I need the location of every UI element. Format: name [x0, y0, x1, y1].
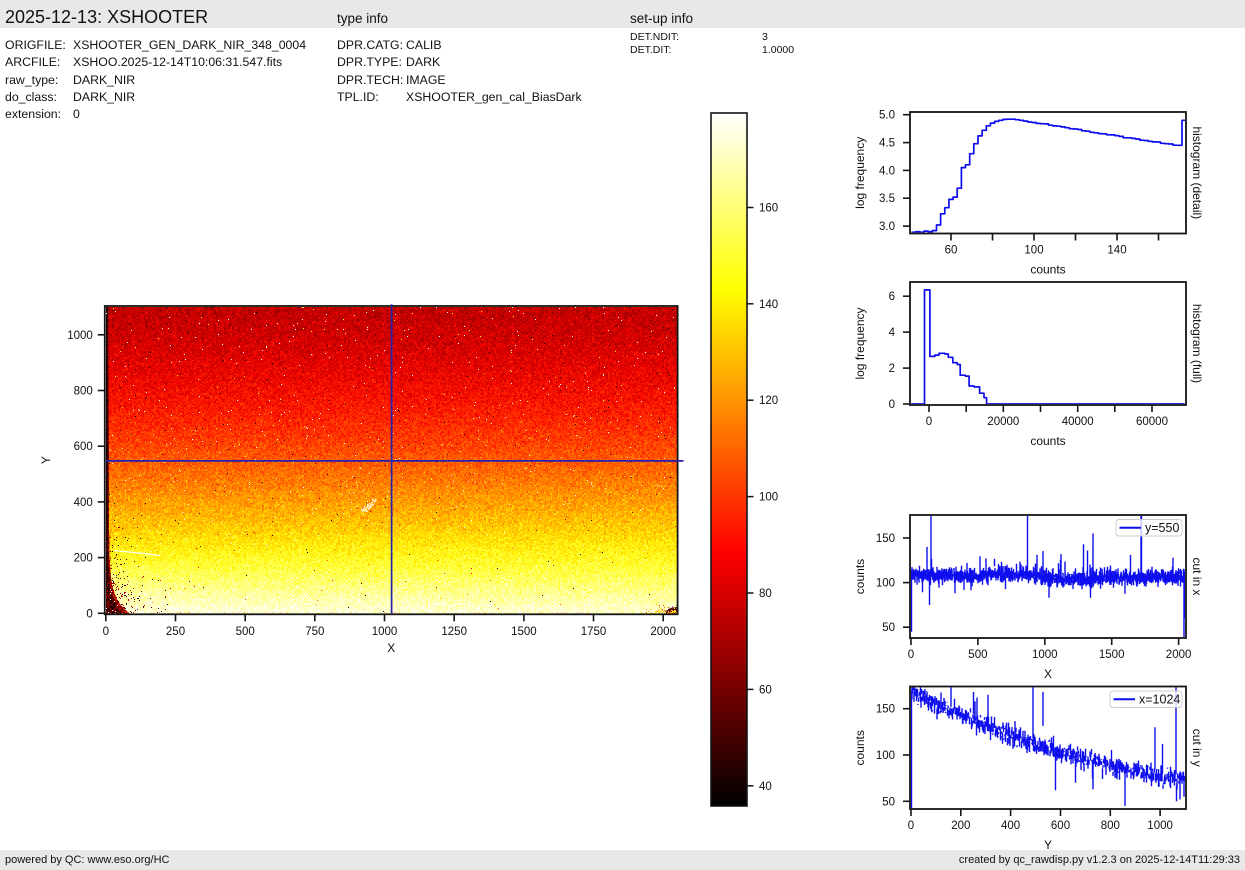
svg-text:20000: 20000 [987, 416, 1019, 428]
svg-text:50: 50 [882, 796, 895, 808]
svg-text:160: 160 [759, 203, 778, 215]
svg-text:800: 800 [1101, 820, 1120, 832]
svg-text:3.5: 3.5 [879, 193, 895, 205]
svg-text:0: 0 [926, 416, 932, 428]
svg-text:counts: counts [1030, 263, 1065, 277]
svg-text:Y: Y [39, 456, 53, 464]
svg-text:60: 60 [759, 684, 772, 696]
svg-text:140: 140 [1107, 245, 1126, 257]
svg-text:x=1024: x=1024 [1139, 693, 1180, 707]
svg-text:1000: 1000 [372, 626, 398, 638]
svg-text:histogram (full): histogram (full) [1190, 304, 1204, 383]
svg-text:2000: 2000 [650, 626, 676, 638]
svg-text:X: X [387, 641, 395, 655]
svg-text:600: 600 [74, 441, 93, 453]
svg-text:500: 500 [236, 626, 255, 638]
svg-text:log frequency: log frequency [853, 307, 867, 379]
svg-text:1250: 1250 [441, 626, 467, 638]
svg-text:counts: counts [853, 730, 867, 765]
svg-text:120: 120 [759, 395, 778, 407]
svg-text:500: 500 [968, 649, 987, 661]
svg-text:250: 250 [166, 626, 185, 638]
svg-text:4: 4 [889, 327, 896, 339]
svg-text:histogram (detail): histogram (detail) [1190, 126, 1204, 219]
svg-text:2000: 2000 [1166, 649, 1192, 661]
svg-text:60000: 60000 [1136, 416, 1168, 428]
svg-text:log frequency: log frequency [853, 137, 867, 209]
svg-text:200: 200 [74, 553, 93, 565]
svg-text:1500: 1500 [511, 626, 537, 638]
svg-text:0: 0 [908, 820, 914, 832]
svg-text:5.0: 5.0 [879, 110, 895, 122]
svg-text:counts: counts [1030, 434, 1065, 448]
svg-text:0: 0 [889, 399, 895, 411]
svg-text:cut in x: cut in x [1190, 557, 1204, 595]
svg-text:140: 140 [759, 299, 778, 311]
svg-text:400: 400 [74, 497, 93, 509]
svg-text:1000: 1000 [1147, 820, 1173, 832]
svg-text:100: 100 [1024, 245, 1043, 257]
svg-text:2: 2 [889, 363, 895, 375]
svg-text:600: 600 [1051, 820, 1070, 832]
svg-text:200: 200 [951, 820, 970, 832]
svg-text:0: 0 [103, 626, 109, 638]
svg-text:60: 60 [945, 245, 958, 257]
svg-text:40000: 40000 [1062, 416, 1094, 428]
svg-text:40: 40 [759, 781, 772, 793]
svg-text:80: 80 [759, 588, 772, 600]
svg-text:6: 6 [889, 291, 895, 303]
svg-text:y=550: y=550 [1145, 521, 1179, 535]
svg-text:3.0: 3.0 [879, 221, 895, 233]
svg-text:0: 0 [908, 649, 914, 661]
svg-text:400: 400 [1001, 820, 1020, 832]
svg-text:4.5: 4.5 [879, 138, 895, 150]
svg-text:1000: 1000 [1032, 649, 1058, 661]
svg-text:0: 0 [86, 608, 92, 620]
svg-text:50: 50 [882, 622, 895, 634]
svg-text:1500: 1500 [1099, 649, 1125, 661]
svg-text:100: 100 [876, 750, 895, 762]
svg-text:1000: 1000 [67, 330, 93, 342]
svg-text:1750: 1750 [581, 626, 607, 638]
svg-text:X: X [1044, 667, 1052, 681]
svg-text:750: 750 [305, 626, 324, 638]
svg-text:150: 150 [876, 704, 895, 716]
svg-text:cut in y: cut in y [1190, 729, 1204, 767]
svg-text:4.0: 4.0 [879, 165, 895, 177]
svg-text:150: 150 [876, 533, 895, 545]
svg-text:100: 100 [759, 492, 778, 504]
svg-text:counts: counts [853, 559, 867, 594]
svg-text:100: 100 [876, 578, 895, 590]
svg-text:800: 800 [74, 386, 93, 398]
